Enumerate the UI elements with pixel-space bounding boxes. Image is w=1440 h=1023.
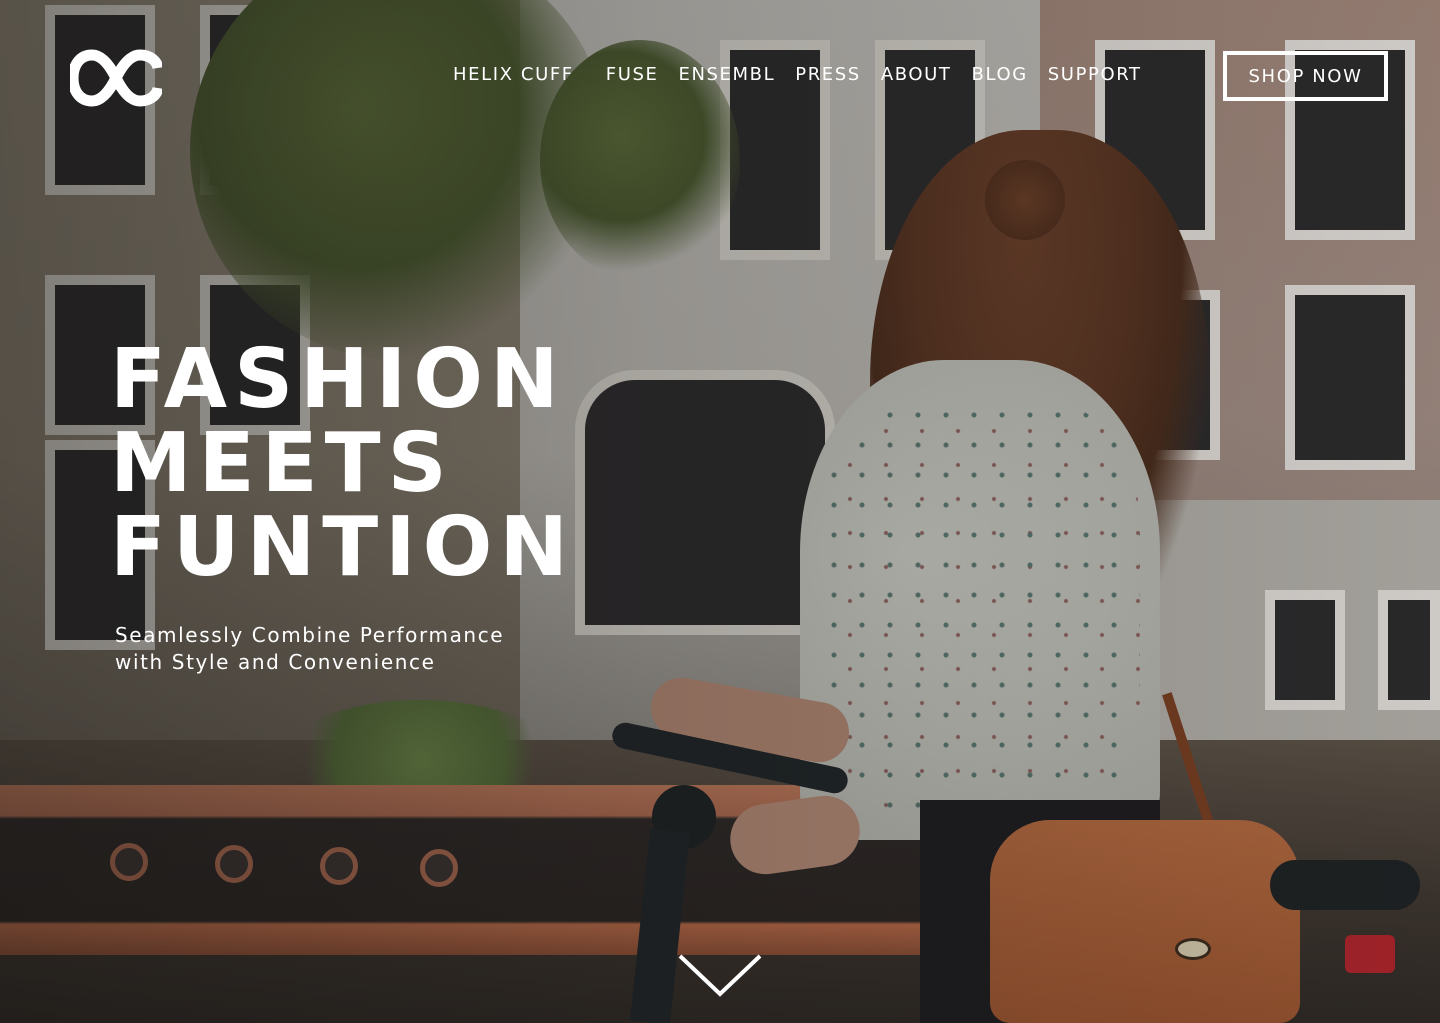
subline-line-2: with Style and Convenience <box>115 650 436 674</box>
headline-line-2: MEETS <box>110 416 454 511</box>
nav-item-about[interactable]: ABOUT <box>881 64 952 85</box>
hero-subheadline: Seamlessly Combine Performance with Styl… <box>115 622 504 676</box>
nav-item-press[interactable]: PRESS <box>795 64 861 85</box>
headline-line-3: FUNTION <box>110 500 576 595</box>
oc-logo-icon[interactable] <box>67 48 164 108</box>
hero-headline: FASHION MEETS FUNTION <box>110 338 575 590</box>
nav-item-ensembl[interactable]: ENSEMBL <box>678 64 775 85</box>
nav-item-fuse[interactable]: FUSE <box>606 64 659 85</box>
logo-mark <box>67 49 164 107</box>
nav-item-blog[interactable]: BLOG <box>972 64 1028 85</box>
chevron-down-icon[interactable] <box>676 952 764 1000</box>
headline-line-1: FASHION <box>110 332 566 427</box>
shop-now-button[interactable]: SHOP NOW <box>1223 51 1388 101</box>
chevron-down-shape <box>678 954 762 997</box>
nav-item-helix-cuff[interactable]: HELIX CUFF <box>453 64 574 85</box>
subline-line-1: Seamlessly Combine Performance <box>115 623 505 647</box>
main-nav: HELIX CUFF FUSE ENSEMBL PRESS ABOUT BLOG… <box>453 64 1142 85</box>
nav-item-support[interactable]: SUPPORT <box>1048 64 1142 85</box>
